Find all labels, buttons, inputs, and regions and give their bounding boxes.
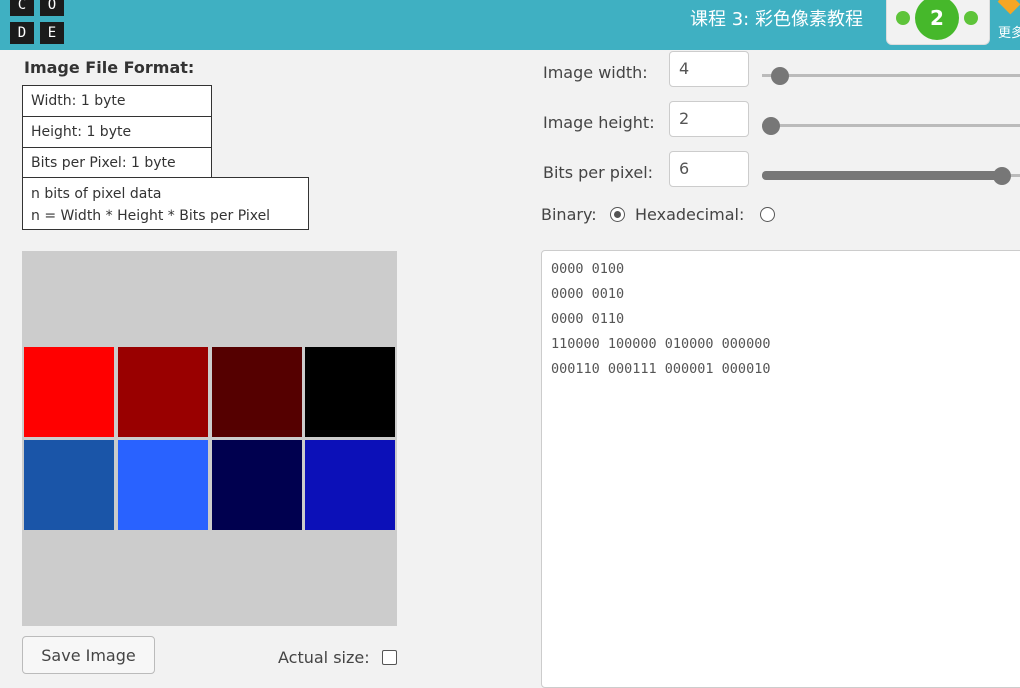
bits-per-pixel-slider-thumb[interactable] — [993, 167, 1011, 185]
data-line-pixels-row-2: 000110 000111 000001 000010 — [551, 361, 771, 377]
data-line-width: 0000 0100 — [551, 261, 625, 277]
binary-data-textarea[interactable]: 0000 0100 0000 0010 0000 0110 110000 100… — [541, 250, 1020, 688]
pixel-data-line-2: n = Width * Height * Bits per Pixel — [31, 208, 271, 224]
pixel-r1-c3 — [305, 440, 395, 530]
more-menu[interactable]: 更多 — [996, 0, 1020, 50]
bits-per-pixel-label: Bits per pixel: — [543, 163, 654, 182]
save-image-button[interactable]: Save Image — [22, 636, 155, 674]
format-width-row: Width: 1 byte — [22, 85, 212, 117]
logo-letter-o: O — [40, 0, 64, 16]
image-height-label: Image height: — [543, 113, 655, 132]
data-line-pixels-row-1: 110000 100000 010000 000000 — [551, 336, 771, 352]
pixel-r1-c1 — [118, 440, 208, 530]
pixel-r0-c0 — [24, 347, 114, 437]
format-heading: Image File Format: — [24, 58, 195, 77]
pixel-data-line-1: n bits of pixel data — [31, 186, 162, 202]
hexadecimal-radio[interactable] — [760, 207, 775, 222]
pixel-r0-c3 — [305, 347, 395, 437]
image-height-slider-track[interactable] — [762, 124, 1020, 127]
pixel-r1-c0 — [24, 440, 114, 530]
image-height-slider-thumb[interactable] — [762, 117, 780, 135]
binary-radio[interactable] — [610, 207, 625, 222]
image-width-slider-thumb[interactable] — [771, 67, 789, 85]
image-width-label: Image width: — [543, 63, 648, 82]
image-width-input[interactable]: 4 — [669, 51, 749, 87]
hexadecimal-label: Hexadecimal: — [635, 205, 745, 224]
bits-per-pixel-input[interactable]: 6 — [669, 151, 749, 187]
lesson-title: 课程 3: 彩色像素教程 — [690, 9, 863, 30]
current-level-bubble[interactable]: 2 — [915, 0, 959, 40]
logo-letter-e: E — [40, 22, 64, 44]
more-label: 更多 — [998, 26, 1020, 41]
binary-label: Binary: — [541, 205, 597, 224]
data-line-height: 0000 0010 — [551, 286, 625, 302]
actual-size-checkbox[interactable] — [382, 650, 397, 665]
pixel-r0-c2 — [212, 347, 302, 437]
format-pixel-data-row: n bits of pixel data n = Width * Height … — [22, 177, 309, 230]
data-line-bpp: 0000 0110 — [551, 311, 625, 327]
format-bpp-row: Bits per Pixel: 1 byte — [22, 147, 212, 179]
pixel-r1-c2 — [212, 440, 302, 530]
binary-radio-selected-dot — [614, 211, 621, 218]
image-height-input[interactable]: 2 — [669, 101, 749, 137]
pixel-canvas — [22, 251, 397, 626]
logo-letter-c: C — [10, 0, 34, 16]
more-arrow-icon — [997, 0, 1020, 15]
actual-size-label: Actual size: — [278, 648, 370, 667]
logo-letter-d: D — [10, 22, 34, 44]
progress-indicator: 2 — [886, 0, 990, 45]
bits-per-pixel-slider-fill — [762, 171, 1002, 180]
image-width-slider-track[interactable] — [762, 74, 1020, 77]
progress-dot-next[interactable] — [964, 11, 978, 25]
format-height-row: Height: 1 byte — [22, 116, 212, 148]
progress-dot-previous[interactable] — [896, 11, 910, 25]
code-logo[interactable]: C O D E — [10, 0, 66, 46]
top-header: C O D E 课程 3: 彩色像素教程 2 更多 — [0, 0, 1020, 50]
pixel-r0-c1 — [118, 347, 208, 437]
